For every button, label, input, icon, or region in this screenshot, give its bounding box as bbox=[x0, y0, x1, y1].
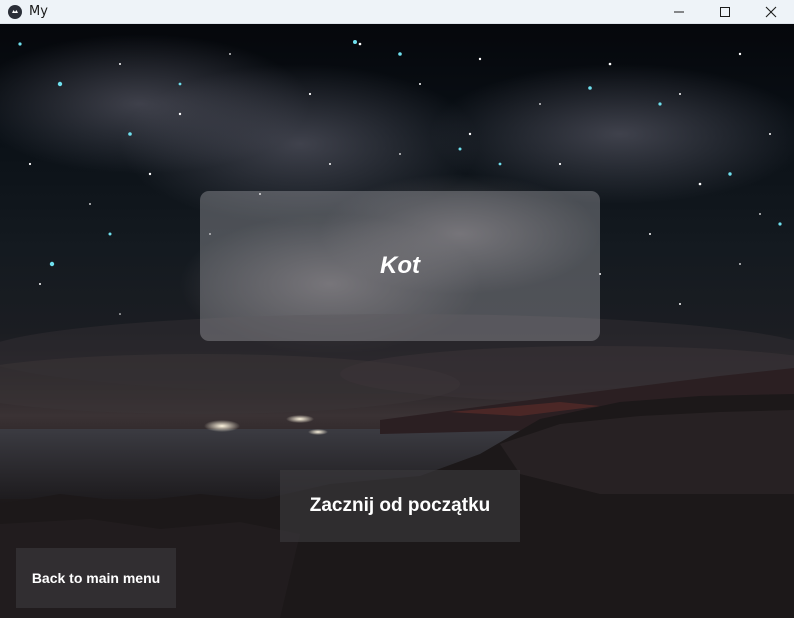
background-scene: Kot Zacznij od początku Back to main men… bbox=[0, 24, 794, 618]
close-button[interactable] bbox=[748, 0, 794, 24]
title-bar: My bbox=[0, 0, 794, 24]
back-to-main-menu-button[interactable]: Back to main menu bbox=[16, 548, 176, 608]
close-icon bbox=[765, 6, 777, 18]
start-over-label: Zacznij od początku bbox=[309, 495, 491, 516]
start-over-button[interactable]: Zacznij od początku bbox=[280, 470, 520, 542]
maximize-icon bbox=[720, 7, 730, 17]
word-card: Kot bbox=[200, 191, 600, 341]
back-to-main-menu-label: Back to main menu bbox=[31, 570, 161, 586]
window-controls bbox=[656, 0, 794, 24]
minimize-icon bbox=[674, 11, 684, 13]
app-window: My Kot Zacznij od początku Back to main … bbox=[0, 0, 794, 618]
app-logo-icon bbox=[8, 4, 22, 19]
maximize-button[interactable] bbox=[702, 0, 748, 24]
word-text: Kot bbox=[380, 252, 420, 279]
window-title: My bbox=[29, 4, 48, 19]
minimize-button[interactable] bbox=[656, 0, 702, 24]
